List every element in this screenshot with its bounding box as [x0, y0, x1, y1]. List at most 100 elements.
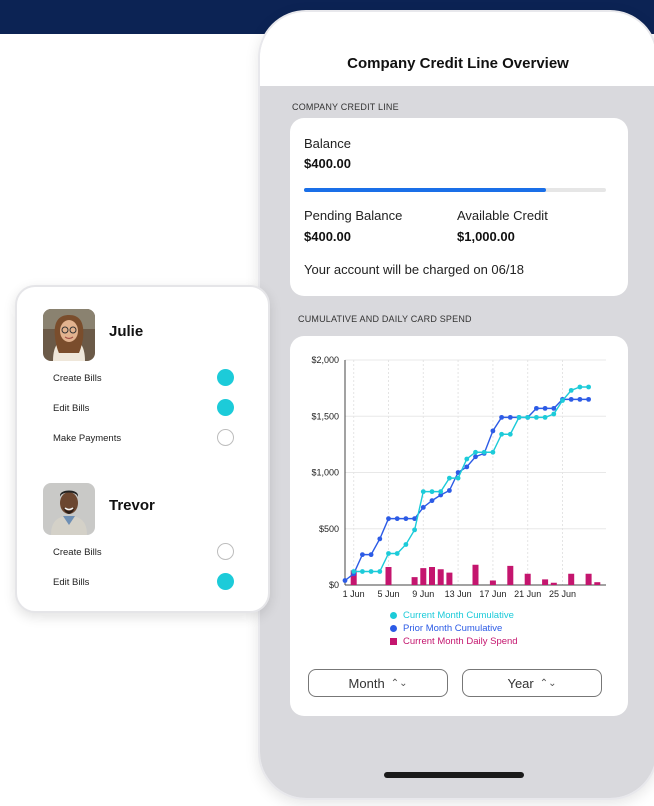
- current-cumulative-point: [534, 414, 539, 420]
- current-cumulative-point: [586, 384, 591, 390]
- daily-spend-bar: [489, 580, 496, 585]
- prior-cumulative-point: [577, 396, 583, 402]
- daily-spend-bar: [542, 579, 549, 585]
- available-credit-value: $1,000.00: [457, 229, 515, 244]
- legend-daily-spend: Current Month Daily Spend: [390, 636, 518, 647]
- daily-spend-bar: [437, 569, 444, 585]
- y-tick-label: $1,000: [311, 468, 339, 478]
- current-cumulative-point: [455, 475, 461, 481]
- balance-label: Balance: [304, 136, 351, 151]
- permission-label: Make Payments: [53, 433, 122, 444]
- current-cumulative-point: [351, 569, 357, 574]
- current-cumulative-point: [560, 398, 565, 403]
- y-tick-label: $0: [329, 580, 339, 590]
- x-tick-label: 5 Jun: [377, 589, 399, 599]
- chevron-updown-icon: ⌃⌄: [390, 677, 408, 689]
- current-cumulative-point: [542, 414, 548, 420]
- prior-cumulative-point: [551, 405, 557, 411]
- current-cumulative-point: [368, 569, 374, 574]
- prior-cumulative-point: [490, 428, 496, 434]
- current-cumulative-point: [507, 431, 513, 437]
- current-cumulative-point: [481, 449, 487, 455]
- credit-line-card: Balance $400.00 Pending Balance $400.00 …: [290, 118, 628, 296]
- current-cumulative-point: [377, 569, 383, 574]
- credit-line-section-label: COMPANY CREDIT LINE: [292, 102, 399, 112]
- current-cumulative-point: [499, 431, 504, 437]
- spend-chart: $0 $500 $1,000 $1,500 $2,000 1 Jun 5 Jun 9 Jun 1…: [311, 355, 606, 599]
- charge-note: Your account will be charged on 06/18: [304, 262, 524, 277]
- current-cumulative-point: [577, 384, 583, 390]
- current-cumulative-point: [412, 527, 417, 533]
- balance-progress-bar: [304, 188, 606, 192]
- julie-avatar-icon: [43, 309, 95, 361]
- prior-cumulative-point: [586, 396, 591, 402]
- x-tick-label: 21 Jun: [514, 589, 541, 599]
- chevron-updown-icon: ⌃⌄: [539, 677, 557, 689]
- prior-cumulative-point: [386, 516, 391, 522]
- home-indicator[interactable]: [384, 772, 524, 778]
- trevor-avatar-icon: [43, 483, 95, 535]
- y-tick-label: $1,500: [311, 411, 339, 421]
- prior-cumulative-point: [473, 454, 478, 460]
- create-bills-toggle[interactable]: [217, 543, 234, 560]
- x-tick-label: 17 Jun: [479, 589, 506, 599]
- pending-balance-value: $400.00: [304, 229, 351, 244]
- current-cumulative-point: [516, 414, 522, 420]
- daily-spend-bar: [446, 572, 453, 585]
- current-cumulative-point: [490, 449, 496, 455]
- current-cumulative-point: [473, 449, 478, 455]
- daily-spend-bar: [411, 577, 418, 585]
- phone-body[interactable]: COMPANY CREDIT LINE Balance $400.00 Pend…: [260, 86, 654, 752]
- make-payments-toggle[interactable]: [217, 429, 234, 446]
- edit-bills-toggle[interactable]: [217, 573, 234, 590]
- daily-spend-bar: [594, 582, 601, 585]
- current-cumulative-point: [360, 569, 365, 574]
- spend-chart-card: $0 $500 $1,000 $1,500 $2,000 1 Jun 5 Jun 9 Jun 1…: [290, 336, 628, 716]
- create-bills-toggle[interactable]: [217, 369, 234, 386]
- permission-label: Edit Bills: [53, 403, 90, 414]
- daily-spend-bar: [420, 568, 427, 585]
- current-cumulative-point: [438, 489, 444, 495]
- avatar: [43, 309, 95, 361]
- prior-cumulative-point: [507, 414, 513, 420]
- prior-cumulative-point: [464, 464, 470, 470]
- current-cumulative-point: [447, 475, 452, 481]
- daily-spend-bar: [550, 582, 557, 585]
- legend-daily-spend-marker: [390, 638, 397, 645]
- daily-spend-bar: [385, 567, 392, 585]
- current-cumulative-point: [394, 551, 400, 556]
- user-name: Trevor: [109, 497, 155, 514]
- year-period-button[interactable]: Year ⌃⌄: [462, 669, 602, 697]
- prior-cumulative-point: [360, 552, 365, 558]
- month-period-label: Month: [348, 675, 385, 691]
- legend-current-cumulative-label: Current Month Cumulative: [403, 610, 514, 621]
- y-tick-label: $2,000: [311, 355, 339, 365]
- daily-spend-bar: [429, 567, 435, 585]
- edit-bills-toggle[interactable]: [217, 399, 234, 416]
- prior-cumulative-point: [429, 498, 435, 504]
- x-tick-label: 13 Jun: [445, 589, 472, 599]
- prior-cumulative-point: [368, 552, 374, 558]
- prior-cumulative-point: [534, 405, 539, 411]
- legend-current-cumulative: Current Month Cumulative: [390, 610, 514, 621]
- current-cumulative-point: [403, 542, 409, 547]
- prior-cumulative-point: [542, 405, 548, 411]
- prior-cumulative-point: [568, 396, 574, 402]
- balance-value: $400.00: [304, 156, 351, 171]
- page-title: Company Credit Line Overview: [347, 55, 569, 72]
- daily-spend-bar: [507, 565, 514, 585]
- month-period-button[interactable]: Month ⌃⌄: [308, 669, 448, 697]
- current-cumulative-point: [386, 551, 391, 556]
- legend-prior-cumulative: Prior Month Cumulative: [390, 623, 502, 634]
- prior-cumulative-point: [499, 414, 504, 420]
- avatar: [43, 483, 95, 535]
- prior-cumulative-point: [403, 516, 409, 522]
- daily-spend-bar: [568, 573, 575, 585]
- daily-spend-bar: [472, 564, 479, 585]
- phone-footer: [260, 752, 654, 798]
- x-tick-label: 1 Jun: [343, 589, 365, 599]
- legend-prior-cumulative-label: Prior Month Cumulative: [403, 623, 503, 634]
- legend-daily-spend-label: Current Month Daily Spend: [403, 636, 518, 647]
- spend-section-label: CUMULATIVE AND DAILY CARD SPEND: [298, 314, 472, 324]
- permission-label: Create Bills: [53, 547, 102, 558]
